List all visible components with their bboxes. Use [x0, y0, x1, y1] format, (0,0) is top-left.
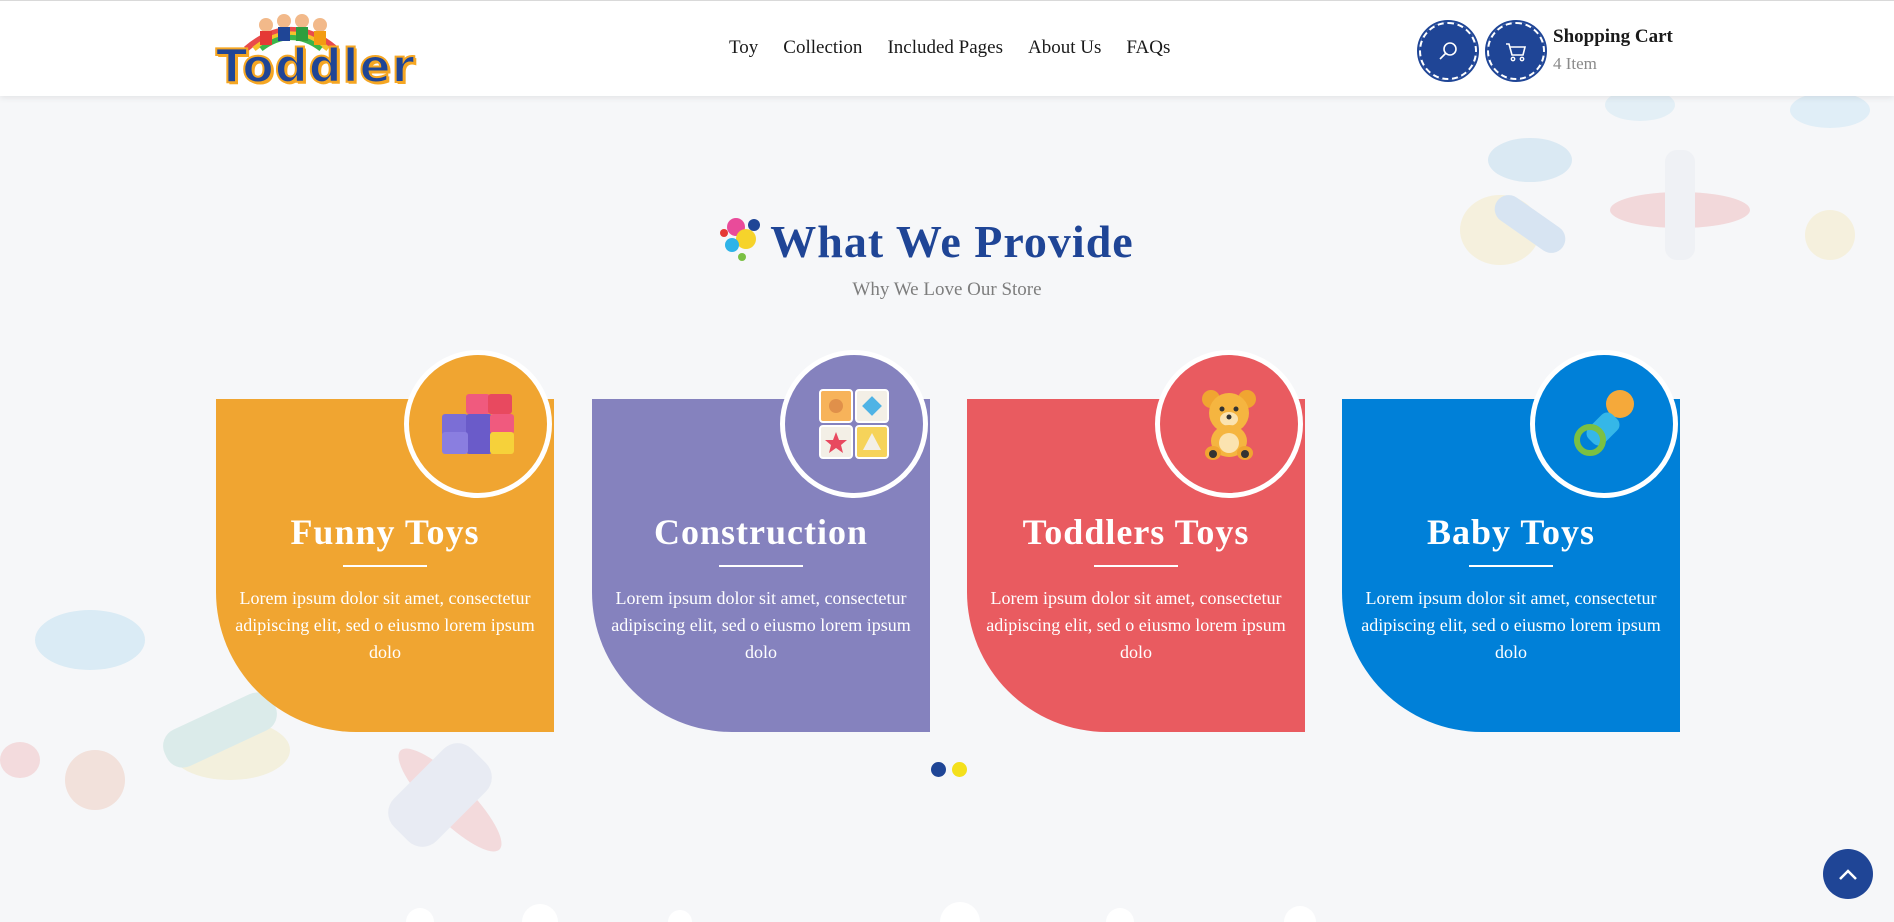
cart-icon: [1506, 43, 1527, 62]
card-title: Construction: [653, 512, 868, 552]
cart-button[interactable]: [1485, 20, 1547, 82]
card-construction[interactable]: Construction Lorem ipsum dolor sit amet,…: [592, 350, 930, 732]
section-title-text: What We Provide: [770, 216, 1134, 267]
chevron-up-icon: [1839, 869, 1857, 880]
card-baby-toys[interactable]: Baby Toys Lorem ipsum dolor sit amet, co…: [1342, 350, 1680, 732]
card-text: Lorem ipsum dolor sit amet, consectetur …: [986, 588, 1286, 662]
search-icon: [1439, 42, 1457, 60]
teddy-bear-icon: [1155, 350, 1303, 498]
card-divider: [1094, 565, 1178, 567]
logo-text: Toddler: [215, 38, 416, 94]
site-header: Toddler Toy Collection Included Pages Ab…: [0, 0, 1894, 96]
card-text: Lorem ipsum dolor sit amet, consectetur …: [1361, 588, 1661, 662]
nav-item-about-us[interactable]: About Us: [1028, 37, 1101, 59]
cart-title[interactable]: Shopping Cart: [1553, 26, 1673, 48]
carousel-dots: [931, 762, 967, 777]
card-divider: [719, 565, 803, 567]
nav-item-collection[interactable]: Collection: [783, 37, 862, 59]
section-title: What We Provide: [0, 215, 1894, 268]
section-subtitle: Why We Love Our Store: [852, 279, 1042, 300]
card-divider: [343, 565, 427, 567]
nav-item-toy[interactable]: Toy: [729, 37, 758, 59]
cart-count: 4 Item: [1553, 54, 1597, 73]
card-title: Baby Toys: [1426, 512, 1596, 552]
carousel-dot-1[interactable]: [931, 762, 946, 777]
abc-blocks-icon: [780, 350, 928, 498]
pacifier-icon: [1530, 350, 1678, 498]
card-divider: [1469, 565, 1553, 567]
card-funny-toys[interactable]: Funny Toys Lorem ipsum dolor sit amet, c…: [216, 350, 554, 732]
carousel-dot-2[interactable]: [952, 762, 967, 777]
card-text: Lorem ipsum dolor sit amet, consectetur …: [235, 588, 535, 662]
card-title: Funny Toys: [290, 512, 480, 552]
card-text: Lorem ipsum dolor sit amet, consectetur …: [611, 588, 911, 662]
scroll-to-top-button[interactable]: [1823, 849, 1873, 899]
section-heading: What We Provide: [720, 215, 1134, 268]
search-button[interactable]: [1417, 20, 1479, 82]
card-title: Toddlers Toys: [1022, 512, 1250, 552]
nav-item-faqs[interactable]: FAQs: [1126, 37, 1170, 59]
logo[interactable]: Toddler: [215, 11, 415, 94]
paint-splash-icon: [720, 218, 761, 261]
main-nav: Toy Collection Included Pages About Us F…: [729, 37, 1170, 59]
blocks-icon: [404, 350, 552, 498]
nav-item-included-pages[interactable]: Included Pages: [887, 37, 1003, 59]
card-toddlers-toys[interactable]: Toddlers Toys Lorem ipsum dolor sit amet…: [967, 350, 1305, 732]
